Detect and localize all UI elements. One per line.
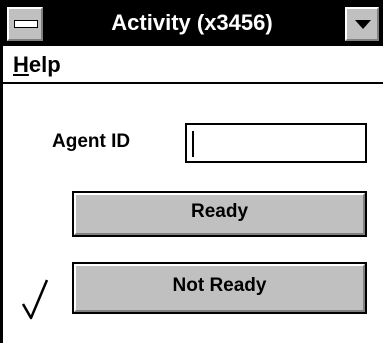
menu-help-label: elp (28, 52, 61, 77)
not-ready-button[interactable]: Not Ready (72, 262, 367, 314)
system-menu-button[interactable] (7, 7, 43, 41)
not-ready-button-label: Not Ready (172, 275, 267, 296)
window-title: Activity (x3456) (111, 10, 273, 35)
ready-button[interactable]: Ready (72, 191, 367, 237)
title-bar: Activity (x3456) (3, 2, 383, 46)
minimize-button[interactable] (345, 7, 379, 41)
text-caret (192, 131, 194, 157)
agent-id-input[interactable] (185, 123, 367, 163)
activity-window: Activity (x3456) Help Agent ID Ready Not… (0, 0, 383, 343)
agent-id-label: Agent ID (52, 131, 131, 152)
chevron-down-icon (355, 20, 371, 29)
menu-help[interactable]: Help (13, 52, 61, 78)
menu-bar: Help (3, 46, 383, 84)
system-menu-icon (14, 20, 38, 28)
checkmark-icon (21, 279, 49, 320)
menu-help-mnemonic: H (13, 52, 29, 77)
ready-button-label: Ready (190, 201, 249, 222)
